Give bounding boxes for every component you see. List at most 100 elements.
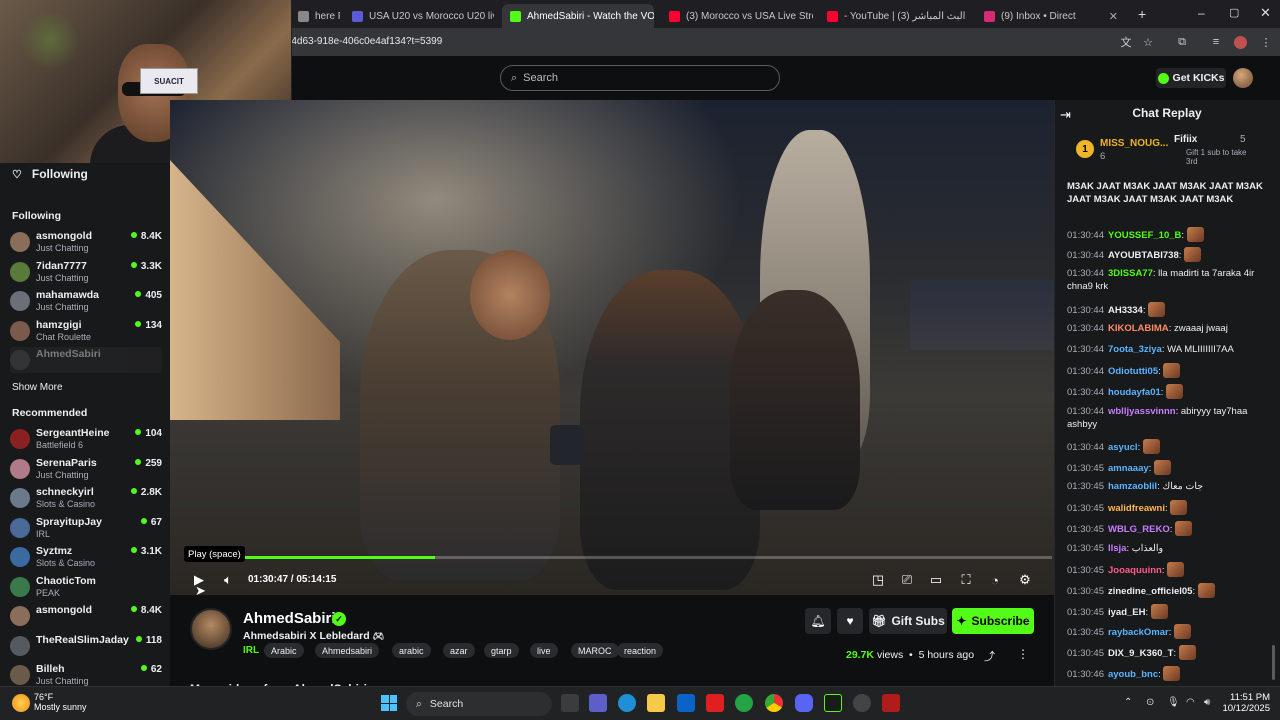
sidebar-channel-syztmz[interactable]: Syztmz Slots & Casino 3.1K	[10, 544, 162, 570]
sidebar-channel-chaotictom[interactable]: ChaoticTom PEAK	[10, 574, 162, 600]
chat-username[interactable]: ayoub_bnc	[1108, 669, 1158, 680]
settings-gear-icon[interactable]: ⚙	[1016, 572, 1034, 588]
translate-icon[interactable]: 文	[1118, 34, 1134, 50]
tray-location-icon[interactable]: ⊙	[1146, 697, 1154, 708]
browser-tab[interactable]: USA U20 vs Morocco U20 live✕	[344, 4, 494, 28]
taskbar-clock[interactable]: 11:51 PM 10/12/2025	[1222, 692, 1270, 714]
extensions-icon[interactable]: ⧉	[1174, 34, 1190, 50]
speaker-icon[interactable]: 🔊︎	[1204, 697, 1210, 708]
chat-username[interactable]: zinedine_officiel05	[1108, 586, 1192, 597]
weather-widget[interactable]: 76°F Mostly sunny	[34, 692, 87, 712]
task-view-icon[interactable]	[561, 694, 579, 712]
show-more-link[interactable]: Show More	[12, 382, 63, 393]
search-input[interactable]: ⌕ Search	[500, 65, 780, 91]
share-icon[interactable]: ⤴	[984, 648, 995, 664]
chat-username[interactable]: 7oota_3ziya	[1108, 344, 1162, 355]
browser-tab[interactable]: AhmedSabiri - Watch the VOD✕	[502, 4, 654, 28]
sidebar-channel-sprayitupjay[interactable]: SprayitupJay IRL 67	[10, 515, 162, 541]
media-icon[interactable]: ≡	[1208, 34, 1224, 50]
chat-username[interactable]: wblljyassvinnn	[1108, 406, 1176, 417]
notification-bell-icon[interactable]: 🔔︎	[805, 608, 831, 634]
chat-username[interactable]: asyucl	[1108, 442, 1138, 453]
stream-category[interactable]: IRL	[243, 645, 259, 656]
new-tab-button[interactable]: +	[1138, 6, 1146, 22]
stream-tag[interactable]: reaction	[617, 643, 664, 658]
kick-app-icon[interactable]	[824, 694, 842, 712]
streamer-name[interactable]: AhmedSabiri	[243, 610, 336, 627]
chat-username[interactable]: raybackOmar	[1108, 627, 1169, 638]
sidebar-channel-asmongold[interactable]: asmongold 8.4K	[10, 603, 162, 629]
video-player[interactable]	[170, 100, 1054, 595]
stream-tag[interactable]: azar	[443, 643, 475, 658]
url-text[interactable]: -4d63-918e-406c0e4af134?t=5399	[288, 36, 442, 47]
sidebar-channel-billeh[interactable]: Billeh Just Chatting 62	[10, 662, 162, 688]
sidebar-channel-7idan7777[interactable]: 7idan7777 Just Chatting 3.3K	[10, 259, 162, 285]
sidebar-channel-sergeantheine[interactable]: SergeantHeine Battlefield 6 104	[10, 426, 162, 452]
chat-username[interactable]: KIKOLABIMA	[1108, 323, 1169, 334]
chat-username[interactable]: houdayfa01	[1108, 387, 1161, 398]
subscribe-button[interactable]: ✦ Subscribe	[952, 608, 1034, 634]
sidebar-following-header[interactable]: ♡ Following	[12, 167, 88, 181]
chat-username[interactable]: Odiotutti05	[1108, 366, 1158, 377]
tab-close-icon[interactable]: ✕	[1109, 10, 1118, 23]
chat-username[interactable]: amnaaay	[1108, 463, 1149, 474]
shield-app-icon[interactable]	[882, 694, 900, 712]
speed-icon[interactable]: ◔	[986, 572, 1004, 588]
edge-icon[interactable]	[618, 694, 636, 712]
more-options-icon[interactable]: ⋮	[1017, 647, 1029, 661]
sidebar-channel-mahamawda[interactable]: mahamawda Just Chatting 405	[10, 288, 162, 314]
user-avatar[interactable]	[1233, 68, 1253, 88]
restore-icon[interactable]: ▢	[1229, 6, 1239, 19]
menu-kebab-icon[interactable]: ⋮	[1258, 34, 1274, 50]
chat-username[interactable]: walidfreawni	[1108, 503, 1165, 514]
chat-username[interactable]: YOUSSEF_10_B	[1108, 230, 1181, 241]
browser-tab[interactable]: (3) Morocco vs USA Live Stream✕	[661, 4, 813, 28]
follow-heart-icon[interactable]: ♥	[837, 608, 863, 634]
sidebar-channel-serenaparis[interactable]: SerenaParis Just Chatting 259	[10, 456, 162, 482]
file-explorer-icon[interactable]	[647, 694, 665, 712]
stream-tag[interactable]: Ahmedsabiri	[315, 643, 380, 658]
browser-tab[interactable]: here F✕	[290, 4, 340, 28]
microphone-icon[interactable]: 🎙︎	[1167, 697, 1180, 708]
stream-tag[interactable]: gtarp	[484, 643, 519, 658]
get-kicks-button[interactable]: Get KICKs	[1156, 68, 1226, 88]
fullscreen-icon[interactable]: ⛶	[957, 572, 975, 588]
outlook-icon[interactable]	[677, 694, 695, 712]
chat-username[interactable]: llsja	[1108, 543, 1127, 554]
chat-username[interactable]: 3DISSA77	[1108, 268, 1153, 279]
clip-icon[interactable]: ⎚	[898, 572, 916, 588]
bookmark-star-icon[interactable]: ☆	[1140, 34, 1156, 50]
stream-tag[interactable]: MAROC	[571, 643, 619, 658]
stream-tag[interactable]: arabic	[392, 643, 431, 658]
wifi-icon[interactable]: ◠	[1186, 697, 1195, 708]
sidebar-channel-ahmedsabiri[interactable]: AhmedSabiri	[10, 347, 162, 373]
chat-scrollbar[interactable]	[1272, 645, 1275, 680]
minimize-icon[interactable]: –	[1198, 6, 1205, 20]
obs-icon[interactable]	[853, 694, 871, 712]
chat-username[interactable]: AH3334	[1108, 305, 1143, 316]
profile-icon[interactable]	[1232, 34, 1248, 50]
discord-icon[interactable]	[795, 694, 813, 712]
miniplayer-icon[interactable]: ◳	[869, 572, 887, 588]
taskbar-search[interactable]: ⌕ Search	[406, 692, 552, 716]
streamer-avatar[interactable]	[190, 608, 232, 650]
windows-start-icon[interactable]	[381, 695, 397, 711]
progress-bar[interactable]	[186, 556, 1052, 559]
chat-username[interactable]: WBLG_REKO	[1108, 524, 1170, 535]
chrome-icon[interactable]	[765, 694, 783, 712]
sidebar-channel-schneckyirl[interactable]: schneckyirl Slots & Casino 2.8K	[10, 485, 162, 511]
browser-tab[interactable]: (9) Inbox • Direct ✕	[976, 4, 1126, 28]
chat-username[interactable]: DIX_9_K360_T	[1108, 648, 1173, 659]
browser-tab[interactable]: - YouTube | البث المباشر (3)✕	[819, 4, 969, 28]
theater-mode-icon[interactable]: ▭	[927, 572, 945, 588]
chat-username[interactable]: hamzaoblil	[1108, 481, 1157, 492]
chat-username[interactable]: Jooaquuinn	[1108, 565, 1162, 576]
youtube-icon[interactable]	[706, 694, 724, 712]
stream-tag[interactable]: Arabic	[264, 643, 304, 658]
tray-chevron-icon[interactable]: ⌃	[1124, 697, 1132, 708]
chat-username[interactable]: AYOUBTABI738	[1108, 250, 1179, 261]
stream-tag[interactable]: live	[530, 643, 558, 658]
sidebar-channel-therealslimjaday[interactable]: TheRealSlimJaday 118	[10, 633, 162, 659]
volume-icon[interactable]: 🔈︎	[219, 572, 237, 588]
gift-subs-button[interactable]: 🎁︎ Gift Subs	[869, 608, 947, 634]
